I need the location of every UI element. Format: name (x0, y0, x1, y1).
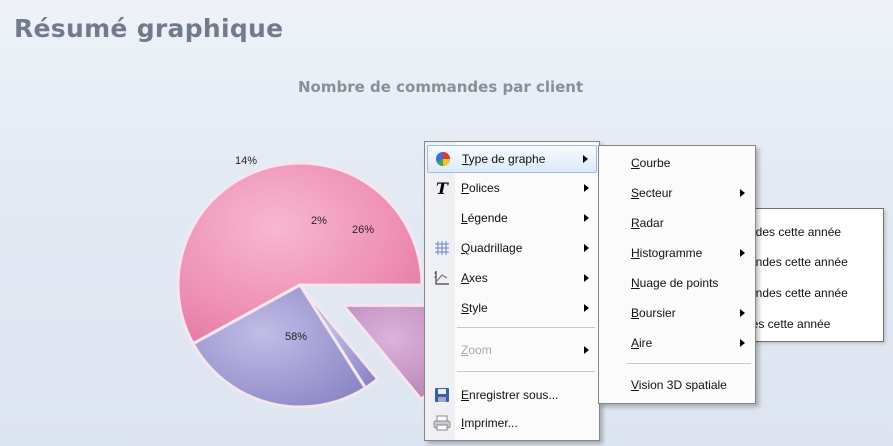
chevron-right-icon (584, 274, 589, 282)
menu-item-style[interactable]: Style (427, 295, 597, 321)
chevron-right-icon (740, 249, 745, 257)
menu-item-print[interactable]: Imprimer... (427, 410, 597, 436)
menu-item-zoom[interactable]: Zoom (427, 337, 597, 363)
submenu-item-line[interactable]: Courbe (601, 150, 753, 176)
chart-context-menu: Type de graphe T Polices Légende Quadril… (424, 141, 600, 441)
menu-separator (457, 327, 595, 328)
axes-icon (433, 269, 451, 287)
chevron-right-icon (584, 244, 589, 252)
grid-icon (433, 239, 451, 257)
submenu-item-3d-view[interactable]: Vision 3D spatiale (601, 372, 753, 398)
chevron-right-icon (583, 155, 588, 163)
menu-separator (457, 371, 595, 372)
printer-icon (433, 414, 451, 432)
font-icon: T (433, 179, 451, 198)
submenu-item-area[interactable]: Aire (601, 330, 753, 356)
chevron-right-icon (740, 339, 745, 347)
menu-item-label: Nuage de points (631, 276, 719, 290)
menu-item-label: Polices (461, 181, 500, 195)
chevron-right-icon (584, 304, 589, 312)
menu-item-legend[interactable]: Légende (427, 205, 597, 231)
menu-item-fonts[interactable]: T Polices (427, 175, 597, 201)
submenu-item-radar[interactable]: Radar (601, 210, 753, 236)
menu-item-label: Type de graphe (462, 152, 546, 166)
legend-item: andes cette année (749, 286, 848, 300)
menu-item-label: Radar (631, 216, 664, 230)
legend-item: les cette année (749, 317, 831, 331)
svg-text:T: T (436, 179, 449, 197)
menu-item-label: Légende (461, 211, 508, 225)
menu-item-label: Aire (631, 336, 653, 350)
submenu-item-scatter[interactable]: Nuage de points (601, 270, 753, 296)
menu-item-label: Zoom (461, 343, 492, 357)
chevron-right-icon (740, 309, 745, 317)
chevron-right-icon (584, 184, 589, 192)
menu-item-label: Axes (461, 271, 488, 285)
slice-label: 14% (235, 155, 257, 167)
submenu-item-stock[interactable]: Boursier (601, 300, 753, 326)
menu-item-label: Boursier (631, 306, 676, 320)
menu-item-label: Courbe (631, 156, 671, 170)
submenu-item-histogram[interactable]: Histogramme (601, 240, 753, 266)
slice-label: 2% (311, 215, 327, 227)
legend-item: andes cette année (749, 255, 848, 269)
menu-item-label: Enregistrer sous... (461, 388, 559, 402)
menu-item-label: Vision 3D spatiale (631, 378, 727, 392)
menu-item-save-as[interactable]: Enregistrer sous... (427, 382, 597, 408)
menu-item-label: Imprimer... (461, 416, 518, 430)
slice-label: 58% (285, 331, 307, 343)
menu-separator (627, 363, 751, 364)
pie-chart-icon (434, 150, 452, 168)
chevron-right-icon (584, 346, 589, 354)
legend-item: ndes cette année (749, 225, 842, 239)
menu-item-axes[interactable]: Axes (427, 265, 597, 291)
slice-label: 26% (352, 224, 374, 236)
menu-item-label: Histogramme (631, 246, 703, 260)
menu-item-label: Style (461, 301, 488, 315)
chart-type-submenu: Courbe Secteur Radar Histogramme Nuage d… (598, 145, 756, 404)
menu-item-chart-type[interactable]: Type de graphe (427, 145, 597, 173)
chevron-right-icon (740, 189, 745, 197)
menu-item-label: Secteur (631, 186, 673, 200)
chevron-right-icon (584, 214, 589, 222)
menu-item-label: Quadrillage (461, 241, 523, 255)
menu-item-grid[interactable]: Quadrillage (427, 235, 597, 261)
save-icon (433, 386, 451, 404)
submenu-item-pie[interactable]: Secteur (601, 180, 753, 206)
